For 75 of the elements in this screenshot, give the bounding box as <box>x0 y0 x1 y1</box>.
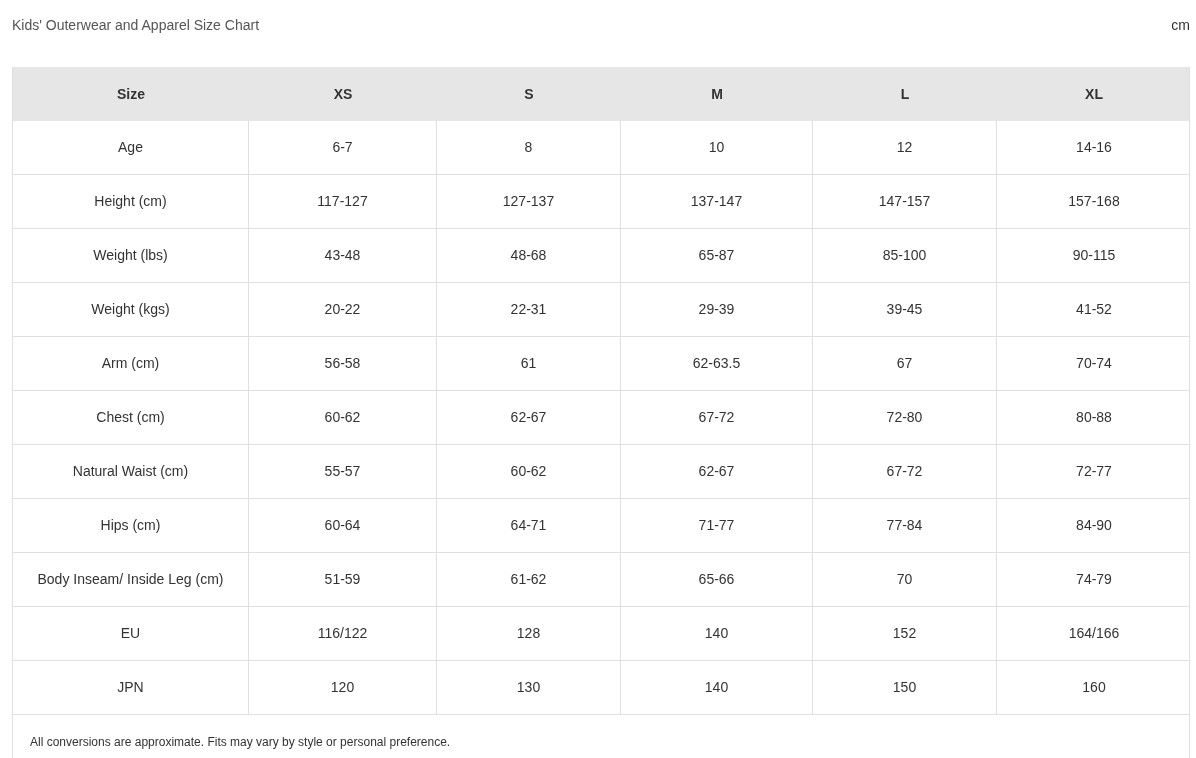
table-cell: 85-100 <box>813 229 997 282</box>
table-cell: 60-64 <box>249 499 437 552</box>
table-cell: 127-137 <box>437 175 621 228</box>
table-cell: 22-31 <box>437 283 621 336</box>
table-cell: 120 <box>249 661 437 714</box>
table-cell: 56-58 <box>249 337 437 390</box>
column-header: M <box>710 84 724 104</box>
footnote: All conversions are approximate. Fits may vary by style or personal preference. <box>30 733 451 751</box>
table-cell-text: 164/166 <box>1067 624 1121 643</box>
table-cell: 39-45 <box>813 283 997 336</box>
table-cell: 140 <box>621 661 813 714</box>
table-cell: Hips (cm) <box>13 499 249 552</box>
table-cell: 20-22 <box>249 283 437 336</box>
table-cell: 6-7 <box>249 121 437 174</box>
table-cell: 48-68 <box>437 229 621 282</box>
column-header: XL <box>1084 84 1104 104</box>
table-cell: Age <box>13 121 249 174</box>
unit-label[interactable]: cm <box>1171 14 1190 36</box>
table-cell: 72-80 <box>813 391 997 444</box>
table-cell: 77-84 <box>813 499 997 552</box>
table-cell: 12 <box>813 121 997 174</box>
table-cell: 29-39 <box>621 283 813 336</box>
table-cell: 8 <box>437 121 621 174</box>
table-cell: 152 <box>813 607 997 660</box>
table-cell: 65-87 <box>621 229 813 282</box>
table-cell: Weight (kgs) <box>13 283 249 336</box>
table-cell: 130 <box>437 661 621 714</box>
column-header: XS <box>332 84 354 104</box>
table-cell: 65-66 <box>621 553 813 606</box>
table-cell: 62-67 <box>621 445 813 498</box>
chart-title: Kids' Outerwear and Apparel Size Chart <box>12 15 260 35</box>
table-cell: Natural Waist (cm) <box>13 445 249 498</box>
table-cell: 62-67 <box>437 391 621 444</box>
table-cell: 70 <box>813 553 997 606</box>
table-cell: 67-72 <box>813 445 997 498</box>
table-cell: 61 <box>437 337 621 390</box>
table-cell: 60-62 <box>249 391 437 444</box>
table-cell: 51-59 <box>249 553 437 606</box>
table-cell: 61-62 <box>437 553 621 606</box>
table-cell: 67-72 <box>621 391 813 444</box>
table-cell-text: 72-77 <box>1075 462 1113 481</box>
table-cell: 117-127 <box>249 175 437 228</box>
table-cell: 67 <box>813 337 997 390</box>
table-cell: JPN <box>13 661 249 714</box>
table-cell-text: 157-168 <box>1067 192 1121 211</box>
table-cell: EU <box>13 607 249 660</box>
table-cell: 71-77 <box>621 499 813 552</box>
column-header: S <box>523 84 535 104</box>
table-cell: 64-71 <box>437 499 621 552</box>
table-cell-text: 80-88 <box>1075 408 1113 427</box>
table-cell: 137-147 <box>621 175 813 228</box>
table-cell: 43-48 <box>249 229 437 282</box>
table-cell: Body Inseam/ Inside Leg (cm) <box>13 553 249 606</box>
table-cell: 10 <box>621 121 813 174</box>
column-header: Size <box>116 84 146 104</box>
table-cell-text: 14-16 <box>1075 138 1113 157</box>
table-cell-text: 70-74 <box>1075 354 1113 373</box>
table-cell: Weight (lbs) <box>13 229 249 282</box>
table-cell: 60-62 <box>437 445 621 498</box>
table-cell: Height (cm) <box>13 175 249 228</box>
table-cell: Arm (cm) <box>13 337 249 390</box>
table-cell-text: 74-79 <box>1075 570 1113 589</box>
table-cell: 62-63.5 <box>621 337 813 390</box>
table-cell-text: 160 <box>1081 678 1107 697</box>
table-cell-text: 84-90 <box>1075 516 1113 535</box>
table-cell-text: 41-52 <box>1075 300 1113 319</box>
table-cell-text: 90-115 <box>1071 246 1117 265</box>
table-cell: 147-157 <box>813 175 997 228</box>
table-cell: 140 <box>621 607 813 660</box>
table-cell: Chest (cm) <box>13 391 249 444</box>
table-cell: 116/122 <box>249 607 437 660</box>
table-cell: 55-57 <box>249 445 437 498</box>
table-cell: 150 <box>813 661 997 714</box>
table-cell: 128 <box>437 607 621 660</box>
column-header: L <box>899 84 911 104</box>
